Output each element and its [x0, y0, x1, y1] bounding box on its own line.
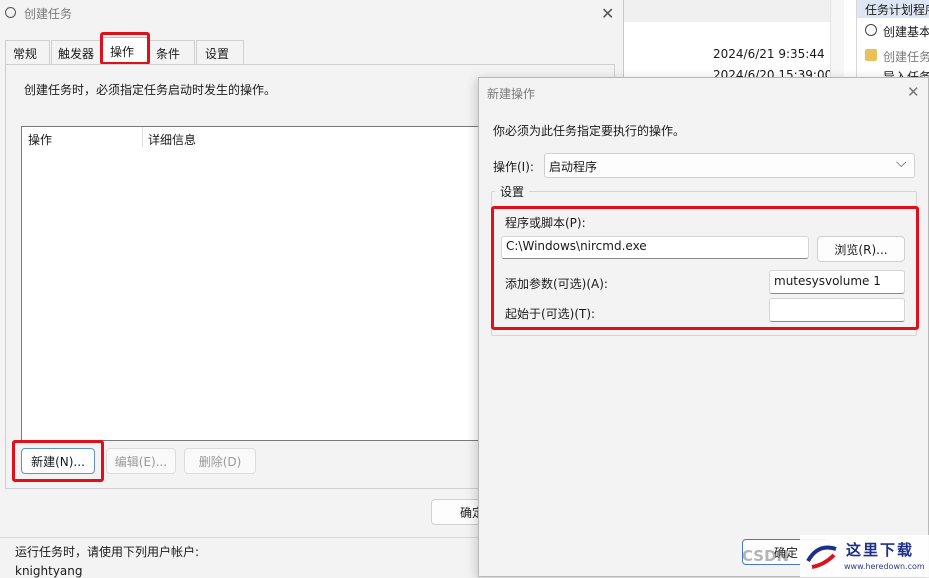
- close-icon[interactable]: ✕: [601, 4, 614, 23]
- highlight-settings-group: [491, 206, 919, 330]
- clock-icon: [865, 24, 877, 36]
- column-header-details[interactable]: 详细信息: [148, 131, 196, 148]
- action-type-value: 启动程序: [549, 160, 598, 174]
- actions-description: 创建任务时，必须指定任务启动时发生的操作。: [24, 83, 277, 97]
- logo-icon: [804, 541, 838, 571]
- tab-settings[interactable]: 设置: [196, 40, 244, 64]
- highlight-new-button: [12, 440, 104, 482]
- site-watermark: 这里下载 www.heredown.com: [800, 535, 929, 577]
- sidebar-item-label: 创建基本任务...: [883, 25, 929, 39]
- list-date: 2024/6/21 9:35:44: [713, 47, 825, 61]
- highlight-actions-tab: [100, 32, 150, 65]
- tab-bar: 常规 触发器 操作 条件 设置: [5, 37, 615, 64]
- chevron-down-icon: ⌵: [896, 155, 907, 171]
- csdn-watermark: CSDN: [742, 547, 790, 565]
- action-type-select[interactable]: 启动程序 ⌵: [544, 153, 915, 178]
- site-name: 这里下载: [846, 541, 915, 559]
- sidebar-item-label: 创建任务...: [883, 50, 929, 64]
- column-header-action[interactable]: 操作: [28, 131, 52, 148]
- run-as-label: 运行任务时，请使用下列用户帐户:: [15, 545, 200, 559]
- close-icon[interactable]: ✕: [907, 83, 920, 101]
- site-url: www.heredown.com: [844, 562, 925, 571]
- tab-triggers[interactable]: 触发器: [51, 40, 101, 64]
- delete-action-button[interactable]: 删除(D): [184, 448, 256, 474]
- sidebar-item-create-basic[interactable]: 创建基本任务...: [865, 22, 929, 40]
- sidebar-item-create-task[interactable]: 创建任务...: [865, 47, 929, 65]
- edit-action-button[interactable]: 编辑(E)...: [106, 448, 176, 474]
- column-divider: [142, 127, 143, 147]
- tab-general[interactable]: 常规: [5, 40, 50, 64]
- tab-conditions[interactable]: 条件: [149, 40, 195, 64]
- run-as-user: knightyang: [15, 564, 83, 578]
- dialog-title: 创建任务: [24, 7, 73, 21]
- dialog-title: 新建操作: [487, 87, 536, 101]
- actions-pane-header: 任务计划程序: [857, 0, 929, 18]
- new-action-description: 你必须为此任务指定要执行的操作。: [493, 124, 686, 138]
- new-action-dialog: 新建操作 ✕ 你必须为此任务指定要执行的操作。 操作(I): 启动程序 ⌵ 设置…: [478, 77, 929, 577]
- settings-group-label: 设置: [495, 183, 530, 200]
- task-icon: [865, 49, 877, 61]
- action-type-label: 操作(I):: [493, 160, 534, 174]
- clock-icon: [5, 7, 16, 18]
